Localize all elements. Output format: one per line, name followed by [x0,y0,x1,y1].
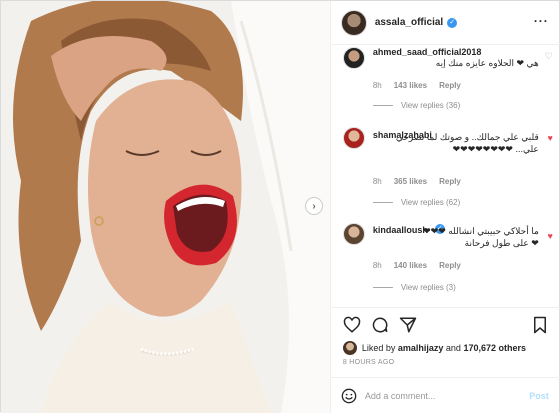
liker-username[interactable]: amalhijazy [398,343,444,353]
like-icon[interactable] [343,316,361,334]
save-bookmark-icon[interactable] [531,316,549,334]
comment-icon[interactable] [371,316,389,334]
comment-time: 8h [372,81,382,90]
verified-badge-icon: ✓ [447,17,458,28]
post-timestamp[interactable]: 8 HOURS AGO [343,359,395,366]
view-replies-label: View replies (62) [400,198,461,207]
emoji-icon[interactable] [341,388,357,404]
commenter-username[interactable]: ahmed_saad_official2018 [373,47,482,57]
comment-text: ما أحلاكي حبيبتي انشالله ❤❤❤❤ على طول فر… [423,226,539,248]
comment-likes[interactable]: 140 likes [394,261,427,270]
instagram-post: › assala_official ✓ ··· ahmed_saad_offic… [0,0,560,413]
comment-likes[interactable]: 365 likes [394,177,427,186]
reply-button[interactable]: Reply [439,81,461,90]
share-icon[interactable] [399,316,417,334]
author-avatar[interactable] [340,9,367,36]
comment-item: ahmed_saad_official2018 هي ❤ الحلاوه عاي… [331,45,560,113]
add-comment-bar: Post [330,377,560,413]
comment-time: 8h [372,177,382,186]
view-replies-button[interactable]: View replies (62) [372,198,461,207]
likes-count[interactable]: 170,672 others [463,343,526,353]
liker-avatar[interactable] [342,341,357,355]
view-replies-button[interactable]: View replies (36) [372,101,461,110]
post-actions [330,307,560,341]
replies-divider [372,287,393,288]
comment-text: قلبي علي جمالك.. و صوتك لما تصرخي علي...… [395,132,539,154]
liked-by-conj: and [445,343,461,353]
add-comment-input[interactable] [364,390,505,401]
liked-by-row: Liked by amalhijazy and 170,672 others [342,341,526,355]
liked-by-prefix: Liked by [361,343,396,353]
comment-meta: 8h 365 likes Reply [373,177,461,186]
view-replies-label: View replies (36) [400,101,461,110]
author-username[interactable]: assala_official [375,17,443,28]
comment-meta: 8h 140 likes Reply [373,261,461,270]
more-options-icon[interactable]: ··· [534,14,549,28]
commenter-avatar[interactable] [342,127,365,149]
comment-meta: 8h 143 likes Reply [373,81,461,90]
post-comment-button[interactable]: Post [529,391,549,401]
post-header: assala_official ✓ ··· [330,1,560,45]
reply-button[interactable]: Reply [439,177,461,186]
replies-divider [372,105,393,106]
liked-comment-icon[interactable]: ♥ [547,133,552,143]
post-image [1,1,330,413]
commenter-avatar[interactable] [342,223,365,245]
post-sidebar: assala_official ✓ ··· ahmed_saad_officia… [329,1,560,413]
comment-item: shamalzahabi قلبي علي جمالك.. و صوتك لما… [331,125,560,207]
comment-likes[interactable]: 143 likes [394,81,427,90]
liked-comment-icon[interactable]: ♥ [547,231,552,241]
commenter-avatar[interactable] [342,47,365,69]
comment-list: ahmed_saad_official2018 هي ❤ الحلاوه عاي… [331,45,560,307]
replies-divider [372,202,393,203]
next-photo-button[interactable]: › [305,197,323,215]
view-replies-label: View replies (3) [400,283,456,292]
like-comment-icon[interactable]: ♡ [545,51,553,62]
reply-button[interactable]: Reply [439,261,461,270]
comment-text: هي ❤ الحلاوه عايزه منك إيه [435,58,539,68]
comment-item: kindaalloush ✓ ما أحلاكي حبيبتي انشالله … [331,221,560,305]
comment-time: 8h [372,261,382,270]
view-replies-button[interactable]: View replies (3) [372,283,456,292]
post-photo[interactable]: › [1,1,330,413]
